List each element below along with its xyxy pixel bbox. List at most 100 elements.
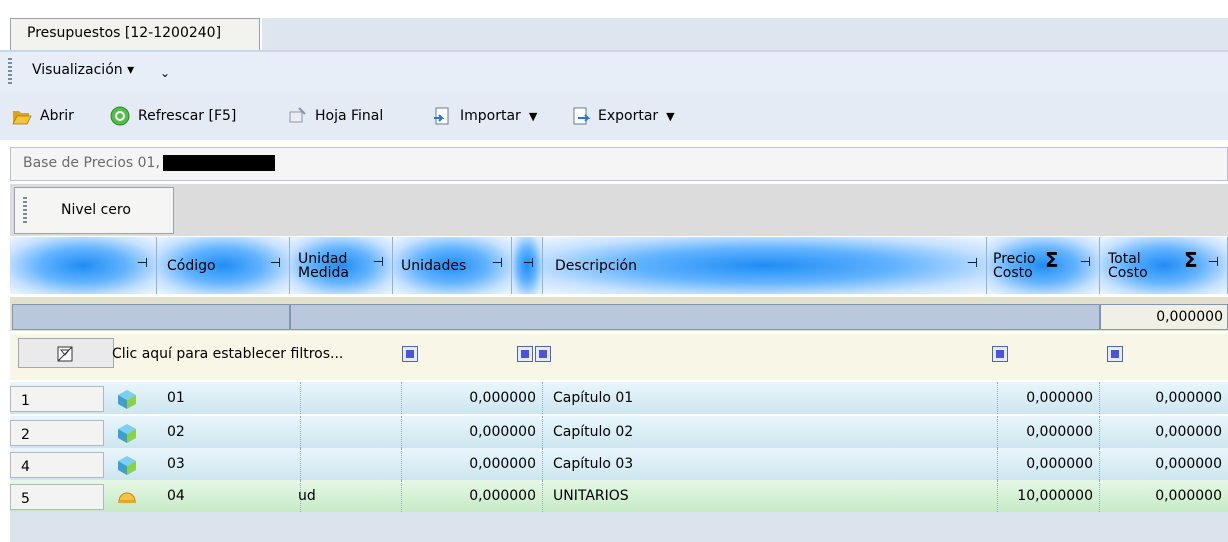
cell-codigo: 03 bbox=[157, 448, 301, 480]
header-descripcion[interactable]: Descripción ⊣ bbox=[543, 237, 987, 294]
cell-total: 0,000000 bbox=[1155, 390, 1222, 406]
cell-precio: 10,000000 bbox=[987, 480, 1100, 512]
cell-codigo: 02 bbox=[157, 416, 301, 448]
sigma-icon[interactable]: Σ bbox=[1045, 250, 1059, 270]
item-helmet-icon bbox=[118, 492, 136, 503]
summary-cell bbox=[12, 304, 290, 330]
menu-visualizacion[interactable]: Visualización ▾ bbox=[32, 62, 134, 78]
header-codigo[interactable]: Código ⊣ bbox=[157, 237, 290, 294]
folder-open-icon bbox=[12, 111, 32, 125]
cell-unidades: 0,000000 bbox=[393, 416, 543, 448]
pin-icon[interactable]: ⊣ bbox=[523, 256, 534, 271]
tab-separator bbox=[262, 18, 273, 51]
cell-unidades: 0,000000 bbox=[393, 382, 543, 414]
final-sheet-button[interactable]: Hoja Final bbox=[287, 102, 383, 130]
chapter-cube-icon bbox=[118, 390, 136, 409]
export-label: Exportar bbox=[598, 108, 659, 124]
header-narrow-col[interactable]: ⊣ bbox=[512, 237, 543, 294]
header-precio-costo[interactable]: Precio Costo Σ ⊣ bbox=[987, 237, 1100, 294]
menu-bar: Visualización ▾ ⌄ bbox=[0, 52, 1228, 92]
chapter-cube-icon bbox=[118, 424, 136, 443]
header-codigo-label: Código bbox=[167, 257, 216, 274]
refresh-label: Refrescar [F5] bbox=[138, 108, 237, 124]
filter-narrow-icon[interactable] bbox=[517, 346, 533, 362]
cell-descripcion: Capítulo 01 bbox=[543, 382, 998, 414]
header-descripcion-label: Descripción bbox=[555, 257, 637, 274]
header-unidad-label-2: Medida bbox=[298, 264, 349, 281]
cell-unidad bbox=[290, 382, 402, 414]
summary-cell bbox=[290, 304, 1100, 330]
row-number[interactable]: 1 bbox=[10, 386, 104, 412]
group-area bbox=[10, 184, 1228, 236]
filter-total-icon[interactable] bbox=[1107, 346, 1123, 362]
document-tab[interactable]: Presupuestos [12-1200240] bbox=[10, 18, 260, 51]
sigma-icon[interactable]: Σ bbox=[1184, 250, 1198, 270]
cell-codigo: 04 bbox=[157, 480, 301, 512]
pin-icon[interactable]: ⊣ bbox=[967, 256, 978, 271]
table-row[interactable]: 1 01 0,000000 Capítulo 01 0,000000 0,000… bbox=[10, 382, 1228, 414]
group-level-button[interactable]: Nivel cero bbox=[14, 187, 174, 234]
filter-clear-button[interactable] bbox=[18, 338, 114, 368]
pin-icon[interactable]: ⊣ bbox=[1080, 256, 1091, 270]
filter-clear-icon bbox=[57, 346, 73, 362]
pin-icon[interactable]: ⊣ bbox=[492, 256, 503, 271]
cell-descripcion: UNITARIOS bbox=[543, 480, 998, 512]
import-button[interactable]: Importar ▼ bbox=[432, 102, 537, 130]
filter-precio-icon[interactable] bbox=[992, 346, 1008, 362]
final-sheet-label: Hoja Final bbox=[315, 108, 384, 124]
cell-unidad bbox=[290, 448, 402, 480]
price-base-info: Base de Precios 01, bbox=[10, 147, 1228, 181]
header-indicator-col[interactable]: ⊣ bbox=[10, 237, 157, 294]
export-button[interactable]: Exportar ▼ bbox=[570, 102, 675, 130]
row-number[interactable]: 5 bbox=[10, 484, 104, 510]
document-tabstrip: Presupuestos [12-1200240] bbox=[0, 0, 1228, 52]
cell-precio: 0,000000 bbox=[987, 416, 1100, 448]
table-row[interactable]: 4 03 0,000000 Capítulo 03 0,000000 0,000… bbox=[10, 448, 1228, 480]
cell-unidad: ud bbox=[290, 480, 402, 512]
row-number[interactable]: 2 bbox=[10, 420, 104, 446]
import-label: Importar bbox=[460, 108, 521, 124]
summary-total-costo: 0,000000 bbox=[1100, 304, 1228, 330]
menu-grip-icon[interactable] bbox=[8, 58, 12, 86]
cell-unidad bbox=[290, 416, 402, 448]
redacted-block bbox=[162, 155, 275, 171]
header-precio-label-2: Costo bbox=[993, 264, 1033, 281]
cell-unidades: 0,000000 bbox=[393, 480, 543, 512]
open-button[interactable]: Abrir bbox=[12, 102, 74, 130]
toolbar: Abrir Refrescar [F5] Hoja Final Importar… bbox=[0, 92, 1228, 140]
cell-total: 0,000000 bbox=[1155, 424, 1222, 440]
header-total-costo[interactable]: Total Costo Σ ⊣ bbox=[1100, 237, 1228, 294]
broom-icon bbox=[289, 107, 306, 123]
header-unidades-label: Unidades bbox=[401, 257, 467, 274]
group-grip-icon bbox=[23, 197, 27, 223]
cell-unidades: 0,000000 bbox=[393, 448, 543, 480]
pin-icon[interactable]: ⊣ bbox=[270, 256, 281, 271]
refresh-button[interactable]: Refrescar [F5] bbox=[110, 102, 236, 130]
pin-icon[interactable]: ⊣ bbox=[1208, 256, 1219, 270]
header-unidades[interactable]: Unidades ⊣ bbox=[393, 237, 512, 294]
header-unidad-medida[interactable]: Unidad Medida ⊣ bbox=[290, 237, 393, 294]
filter-row: Clic aquí para establecer filtros... bbox=[10, 334, 1228, 380]
row-number[interactable]: 4 bbox=[10, 452, 104, 478]
overflow-chevron-icon[interactable]: ⌄ bbox=[160, 66, 170, 80]
open-label: Abrir bbox=[40, 108, 74, 124]
cell-total: 0,000000 bbox=[1155, 456, 1222, 472]
cell-precio: 0,000000 bbox=[987, 448, 1100, 480]
grid-empty-area bbox=[10, 512, 1228, 542]
pin-icon[interactable]: ⊣ bbox=[373, 256, 384, 270]
table-row[interactable]: 2 02 0,000000 Capítulo 02 0,000000 0,000… bbox=[10, 416, 1228, 448]
cell-codigo: 01 bbox=[157, 382, 301, 414]
header-total-label-2: Costo bbox=[1108, 264, 1148, 281]
export-dropdown-icon[interactable]: ▼ bbox=[666, 110, 674, 123]
import-dropdown-icon[interactable]: ▼ bbox=[529, 110, 537, 123]
table-row-selected[interactable]: 5 04 ud 0,000000 UNITARIOS 10,000000 0,0… bbox=[10, 480, 1228, 512]
pin-icon[interactable]: ⊣ bbox=[137, 256, 148, 271]
filter-unidades-icon[interactable] bbox=[402, 346, 418, 362]
chapter-cube-icon bbox=[118, 456, 136, 475]
refresh-icon bbox=[110, 106, 130, 126]
cell-descripcion: Capítulo 03 bbox=[543, 448, 998, 480]
group-level-label: Nivel cero bbox=[61, 202, 131, 218]
filter-descripcion-icon[interactable] bbox=[535, 346, 551, 362]
filter-prompt[interactable]: Clic aquí para establecer filtros... bbox=[112, 346, 343, 362]
cell-precio: 0,000000 bbox=[987, 382, 1100, 414]
